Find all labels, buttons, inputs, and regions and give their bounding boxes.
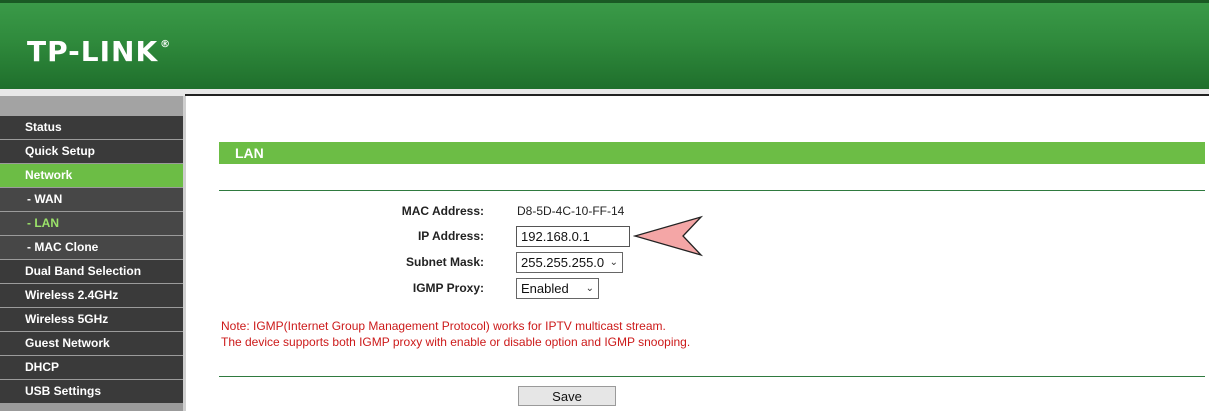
bottom-divider <box>219 376 1205 377</box>
igmp-note-line-1: Note: IGMP(Internet Group Management Pro… <box>221 319 666 333</box>
trademark-symbol: ® <box>160 39 172 50</box>
igmp-proxy-row: IGMP Proxy: Enabled ⌄ <box>219 277 1205 299</box>
brand-name: TP-LINK <box>27 35 159 68</box>
subnet-mask-label: Subnet Mask: <box>405 255 484 269</box>
sidebar-item-wireless-24ghz[interactable]: Wireless 2.4GHz <box>0 284 183 307</box>
sidebar-item-guest-network[interactable]: Guest Network <box>0 332 183 355</box>
sidebar-item-dhcp[interactable]: DHCP <box>0 356 183 379</box>
sidebar-item-dual-band-selection[interactable]: Dual Band Selection <box>0 260 183 283</box>
igmp-proxy-value: Enabled <box>521 281 569 296</box>
sidebar-item-quick-setup[interactable]: Quick Setup <box>0 140 183 163</box>
sidebar-item-mac-clone[interactable]: - MAC Clone <box>0 236 183 259</box>
chevron-down-icon: ⌄ <box>585 283 594 294</box>
mac-address-label: MAC Address: <box>401 204 484 218</box>
save-button[interactable]: Save <box>518 386 616 406</box>
ip-address-row: IP Address: <box>219 225 1205 247</box>
subnet-mask-row: Subnet Mask: 255.255.255.0 ⌄ <box>219 251 1205 273</box>
chevron-down-icon: ⌄ <box>609 257 618 268</box>
main-content: LAN MAC Address: D8-5D-4C-10-FF-14 IP Ad… <box>219 96 1205 411</box>
tp-link-logo: TP-LINK ® <box>27 35 171 68</box>
sidebar-item-status[interactable]: Status <box>0 116 183 139</box>
sidebar-item-wan[interactable]: - WAN <box>0 188 183 211</box>
mac-address-row: MAC Address: D8-5D-4C-10-FF-14 <box>219 200 1205 222</box>
subnet-mask-select[interactable]: 255.255.255.0 ⌄ <box>516 252 623 273</box>
sidebar-item-lan[interactable]: - LAN <box>0 212 183 235</box>
sidebar-scrollbar[interactable] <box>183 96 186 411</box>
sidebar-item-usb-settings[interactable]: USB Settings <box>0 380 183 403</box>
page-title: LAN <box>219 142 1205 164</box>
sidebar-item-network[interactable]: Network <box>0 164 183 187</box>
mac-address-value: D8-5D-4C-10-FF-14 <box>517 204 625 218</box>
pointer-arrow-icon <box>633 215 704 257</box>
sidebar-top-spacer <box>0 96 183 116</box>
ip-address-input[interactable] <box>516 226 630 247</box>
ip-address-label: IP Address: <box>417 229 484 243</box>
subnet-mask-value: 255.255.255.0 <box>521 255 605 270</box>
igmp-proxy-select[interactable]: Enabled ⌄ <box>516 278 599 299</box>
header-banner: TP-LINK ® <box>0 0 1209 89</box>
igmp-proxy-label: IGMP Proxy: <box>412 281 484 295</box>
igmp-note-line-2: The device supports both IGMP proxy with… <box>221 335 691 349</box>
sidebar-menu: Status Quick Setup Network - WAN - LAN -… <box>0 96 183 411</box>
sidebar-item-wireless-5ghz[interactable]: Wireless 5GHz <box>0 308 183 331</box>
top-divider <box>219 190 1205 191</box>
